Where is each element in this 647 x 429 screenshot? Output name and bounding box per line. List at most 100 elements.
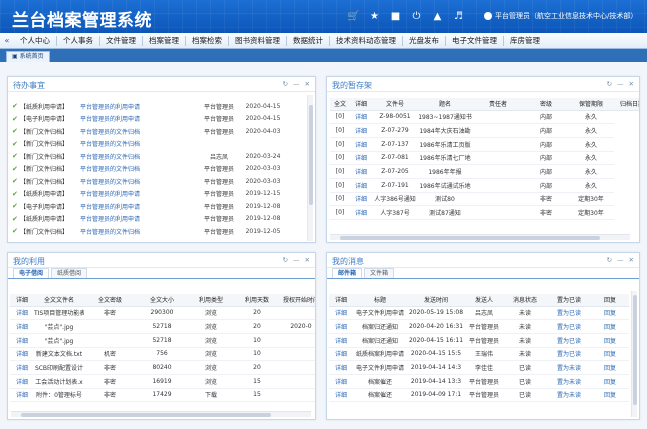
column-header: 全文密级 bbox=[84, 294, 136, 307]
archive-hscroll[interactable] bbox=[330, 234, 630, 240]
refresh-icon[interactable]: ↻ bbox=[283, 80, 288, 88]
todo-title-link[interactable]: 平台管理员的利用申请 bbox=[70, 114, 200, 123]
close-icon[interactable]: ✕ bbox=[629, 256, 634, 264]
todo-title-link[interactable]: 平台管理员的文件归档 bbox=[70, 139, 200, 148]
row-link-detail[interactable]: 详细 bbox=[335, 351, 347, 358]
user-name: 平台管理员（航空工业信息技术中心/技术部） bbox=[495, 12, 638, 20]
close-icon[interactable]: ✕ bbox=[305, 256, 310, 264]
row-link-detail[interactable]: 详细 bbox=[16, 324, 28, 331]
nav-item[interactable]: 个人事务 bbox=[57, 35, 100, 46]
nav-item[interactable]: 库房管理 bbox=[504, 36, 546, 46]
row-link-detail[interactable]: 详细 bbox=[355, 155, 367, 162]
volume-icon[interactable]: ♬ bbox=[448, 10, 469, 24]
row-link-detail[interactable]: 详细 bbox=[335, 379, 347, 386]
row-link-detail[interactable]: 详细 bbox=[355, 196, 367, 203]
todo-item[interactable]: ✔ 【新门文件归档】 平台管理员的文件归档 bbox=[8, 138, 308, 151]
todo-title-link[interactable]: 平台管理员的文件归档 bbox=[70, 227, 200, 236]
row-link-detail[interactable]: 详细 bbox=[335, 310, 347, 317]
lock-icon[interactable]: ■ bbox=[385, 10, 406, 24]
row-link-detail[interactable]: 详细 bbox=[16, 392, 28, 399]
row-link-detail[interactable]: 详细 bbox=[355, 114, 367, 121]
todo-title-link[interactable]: 平台管理员的利用申请 bbox=[70, 102, 200, 111]
todo-item[interactable]: ✔ 【新门文件归档】 平台管理员的文件归档 平台管理员 2020-03-03 bbox=[8, 175, 308, 188]
todo-title-link[interactable]: 平台管理员的文件归档 bbox=[70, 152, 200, 161]
row-link-detail[interactable]: 详细 bbox=[355, 142, 367, 149]
todo-item[interactable]: ✔ 【纸质利用申请】 平台管理员的利用申请 平台管理员 2020-04-15 bbox=[8, 100, 308, 113]
todo-item[interactable]: ✔ 【电子利用申请】 平台管理员的利用申请 平台管理员 2019-12-08 bbox=[8, 200, 308, 213]
tab-paper-borrow[interactable]: 纸质借阅 bbox=[51, 268, 88, 278]
tab-filebox[interactable]: 文件箱 bbox=[364, 268, 395, 278]
todo-title-link[interactable]: 平台管理员的利用申请 bbox=[70, 214, 200, 223]
nav-item[interactable]: 光盘发布 bbox=[403, 35, 446, 46]
todo-item[interactable]: ✔ 【电子利用申请】 平台管理员的利用申请 平台管理员 2020-04-15 bbox=[8, 113, 308, 126]
row-link-mark[interactable]: 置为未读 bbox=[557, 392, 581, 399]
shirt-icon[interactable]: ▲ bbox=[427, 10, 448, 24]
todo-title-link[interactable]: 平台管理员的文件归档 bbox=[70, 164, 200, 173]
cart-icon[interactable]: 🛒 bbox=[343, 10, 364, 24]
minimize-icon[interactable]: — bbox=[293, 256, 300, 264]
row-link-detail[interactable]: 详细 bbox=[355, 210, 367, 217]
todo-scrollbar[interactable] bbox=[307, 95, 313, 241]
minimize-icon[interactable]: — bbox=[293, 80, 300, 88]
row-link-reply[interactable]: 回复 bbox=[604, 392, 616, 399]
row-link-detail[interactable]: 详细 bbox=[16, 365, 28, 372]
row-link-reply[interactable]: 回复 bbox=[604, 365, 616, 372]
row-link-detail[interactable]: 详细 bbox=[16, 338, 28, 345]
todo-title-link[interactable]: 平台管理员的文件归档 bbox=[70, 127, 200, 136]
row-link-detail[interactable]: 详细 bbox=[335, 338, 347, 345]
row-link-detail[interactable]: 详细 bbox=[16, 310, 28, 317]
todo-item[interactable]: ✔ 【新门文件归档】 平台管理员的文件归档 平台管理员 2020-04-03 bbox=[8, 125, 308, 138]
tab-electronic-borrow[interactable]: 电子借阅 bbox=[13, 268, 50, 278]
tab-home[interactable]: ▣ 系统首页 bbox=[6, 51, 50, 62]
todo-title-link[interactable]: 平台管理员的利用申请 bbox=[70, 202, 200, 211]
nav-left-arrow-icon[interactable]: « bbox=[0, 36, 14, 45]
power-icon[interactable]: ⏻ bbox=[406, 10, 427, 24]
row-link-reply[interactable]: 回复 bbox=[604, 351, 616, 358]
close-icon[interactable]: ✕ bbox=[629, 80, 634, 88]
row-link-detail[interactable]: 详细 bbox=[335, 324, 347, 331]
nav-item[interactable]: 档案管理 bbox=[143, 35, 186, 46]
nav-item[interactable]: 档案检索 bbox=[186, 35, 229, 46]
messages-scrollbar[interactable] bbox=[631, 291, 637, 417]
nav-item[interactable]: 个人中心 bbox=[14, 35, 57, 46]
row-link-detail[interactable]: 详细 bbox=[16, 379, 28, 386]
todo-item[interactable]: ✔ 【新门文件归档】 平台管理员的文件归档 平台管理员 2019-12-05 bbox=[8, 225, 308, 238]
row-link-mark[interactable]: 置为未读 bbox=[557, 365, 581, 372]
refresh-icon[interactable]: ↻ bbox=[607, 80, 612, 88]
row-link-mark[interactable]: 置为已读 bbox=[557, 324, 581, 331]
close-icon[interactable]: ✕ bbox=[305, 80, 310, 88]
nav-item[interactable]: 图书资料管理 bbox=[229, 35, 287, 46]
row-link-reply[interactable]: 回复 bbox=[604, 338, 616, 345]
todo-title-link[interactable]: 平台管理员的文件归档 bbox=[70, 177, 200, 186]
row-link-reply[interactable]: 回复 bbox=[604, 324, 616, 331]
usage-hscroll[interactable] bbox=[11, 411, 311, 417]
row-link-reply[interactable]: 回复 bbox=[604, 310, 616, 317]
todo-item[interactable]: ✔ 【新门文件归档】 平台管理员的文件归档 吕志凤 2020-03-24 bbox=[8, 150, 308, 163]
row-link-detail[interactable]: 详细 bbox=[335, 392, 347, 399]
refresh-icon[interactable]: ↻ bbox=[283, 256, 288, 264]
row-link-mark[interactable]: 置为已读 bbox=[557, 351, 581, 358]
nav-item[interactable]: 数据统计 bbox=[287, 35, 330, 46]
nav-item[interactable]: 文件管理 bbox=[100, 35, 143, 46]
minimize-icon[interactable]: — bbox=[617, 256, 624, 264]
todo-item[interactable]: ✔ 【纸质利用申请】 平台管理员的利用申请 平台管理员 2019-12-15 bbox=[8, 188, 308, 201]
row-link-detail[interactable]: 详细 bbox=[355, 169, 367, 176]
nav-item[interactable]: 技术资料动态管理 bbox=[330, 35, 403, 46]
row-link-mark[interactable]: 置为已读 bbox=[557, 338, 581, 345]
row-link-mark[interactable]: 置为已读 bbox=[557, 310, 581, 317]
tab-mailbox[interactable]: 邮件箱 bbox=[332, 268, 363, 278]
row-link-detail[interactable]: 详细 bbox=[355, 128, 367, 135]
user-info[interactable]: 平台管理员（航空工业信息技术中心/技术部） bbox=[484, 11, 637, 21]
star-icon[interactable]: ★ bbox=[364, 10, 385, 24]
todo-item[interactable]: ✔ 【纸质利用申请】 平台管理员的利用申请 平台管理员 2019-12-08 bbox=[8, 213, 308, 226]
row-link-detail[interactable]: 详细 bbox=[16, 351, 28, 358]
todo-title-link[interactable]: 平台管理员的利用申请 bbox=[70, 189, 200, 198]
todo-item[interactable]: ✔ 【新门文件归档】 平台管理员的文件归档 平台管理员 2020-03-03 bbox=[8, 163, 308, 176]
row-link-reply[interactable]: 回复 bbox=[604, 379, 616, 386]
minimize-icon[interactable]: — bbox=[617, 80, 624, 88]
row-link-mark[interactable]: 置为未读 bbox=[557, 379, 581, 386]
row-link-detail[interactable]: 详细 bbox=[355, 183, 367, 190]
refresh-icon[interactable]: ↻ bbox=[607, 256, 612, 264]
nav-item[interactable]: 电子文件管理 bbox=[446, 35, 504, 46]
row-link-detail[interactable]: 详细 bbox=[335, 365, 347, 372]
